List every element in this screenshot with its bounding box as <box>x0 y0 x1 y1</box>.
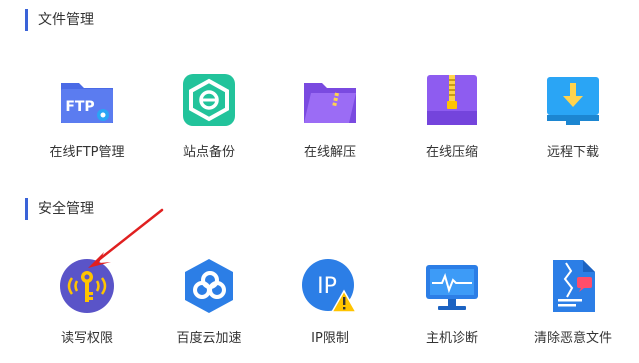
baidu-cloud-accelerate-icon <box>185 259 233 313</box>
tool-label: 百度云加速 <box>176 331 242 346</box>
tool-label: 主机诊断 <box>425 331 478 346</box>
unzip-folder-icon <box>304 83 356 123</box>
section-title-file-management: 文件管理 <box>25 9 94 31</box>
ip-restriction-icon: IP <box>302 259 358 313</box>
host-diagnosis-icon <box>426 265 478 310</box>
remote-download-icon <box>547 77 599 125</box>
tool-ftp-manager[interactable]: FTP 在线FTP管理 <box>27 71 147 160</box>
ftp-folder-icon: FTP <box>61 83 113 123</box>
tool-label: 读写权限 <box>60 331 113 346</box>
ip-badge-text: IP <box>317 274 337 299</box>
site-backup-icon <box>183 74 235 126</box>
tool-label: 清除恶意文件 <box>533 331 612 346</box>
ftp-badge-text: FTP <box>65 99 94 115</box>
tool-host-diagnosis[interactable]: 主机诊断 <box>392 257 512 346</box>
tool-baidu-cloud-accelerate[interactable]: 百度云加速 <box>149 257 269 346</box>
section-title-security-management: 安全管理 <box>25 198 94 220</box>
clean-malicious-file-icon <box>553 260 595 312</box>
tool-label: 在线FTP管理 <box>49 145 125 160</box>
read-write-permission-icon <box>60 259 114 313</box>
tool-online-zip[interactable]: 在线压缩 <box>392 71 512 160</box>
tool-label: 远程下载 <box>546 145 599 160</box>
zip-archive-icon <box>427 75 477 125</box>
tool-site-backup[interactable]: 站点备份 <box>149 71 269 160</box>
tool-label: IP限制 <box>311 331 349 346</box>
tool-ip-restriction[interactable]: IP IP限制 <box>270 257 390 346</box>
tool-label: 在线压缩 <box>425 145 478 160</box>
tool-label: 在线解压 <box>303 145 356 160</box>
tool-online-unzip[interactable]: 在线解压 <box>270 71 390 160</box>
tool-label: 站点备份 <box>182 145 235 160</box>
tool-clean-malicious-files[interactable]: 清除恶意文件 <box>513 257 633 346</box>
tool-remote-download[interactable]: 远程下载 <box>513 71 633 160</box>
tool-read-write-permission[interactable]: 读写权限 <box>27 257 147 346</box>
